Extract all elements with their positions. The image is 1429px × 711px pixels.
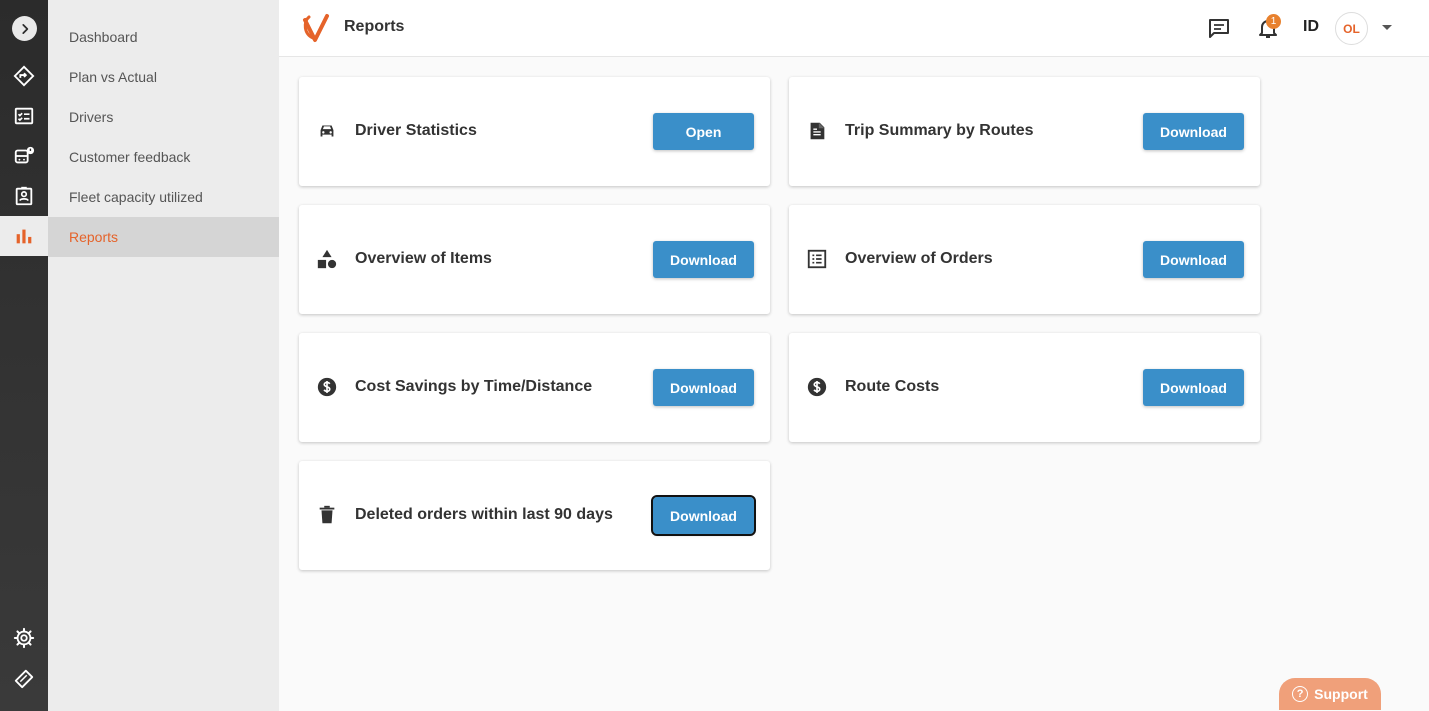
rail-contacts-button[interactable] (0, 176, 48, 216)
gear-icon (13, 627, 35, 649)
subnav-item-reports[interactable]: Reports (48, 217, 279, 257)
expand-chevron-icon[interactable] (12, 16, 37, 41)
shapes-icon (317, 249, 337, 269)
rail-route-button[interactable] (0, 56, 48, 96)
download-button[interactable]: Download (653, 241, 754, 278)
report-card-deleted-orders: Deleted orders within last 90 days Downl… (299, 461, 770, 570)
download-button[interactable]: Download (1143, 369, 1244, 406)
notification-badge: 1 (1266, 14, 1281, 29)
report-title: Trip Summary by Routes (845, 122, 1034, 139)
report-title: Cost Savings by Time/Distance (355, 378, 593, 395)
report-card-cost-savings: Cost Savings by Time/Distance Download (299, 333, 770, 442)
document-icon (810, 122, 825, 140)
checklist-icon (14, 107, 34, 125)
subnav-item-fleet-capacity[interactable]: Fleet capacity utilized (48, 177, 279, 217)
list-icon (807, 249, 827, 269)
report-card-overview-items: Overview of Items Download (299, 205, 770, 314)
report-title: Overview of Items (355, 250, 492, 267)
open-button[interactable]: Open (653, 113, 754, 150)
page-title: Reports (344, 18, 405, 35)
language-selector[interactable]: ID (1303, 18, 1319, 36)
chat-icon[interactable] (1207, 16, 1231, 40)
rail-checklist-button[interactable] (0, 96, 48, 136)
report-card-overview-orders: Overview of Orders Download (789, 205, 1260, 314)
support-label: Support (1314, 686, 1368, 702)
route-diamond-icon (13, 65, 35, 87)
download-button[interactable]: Download (651, 495, 756, 536)
report-card-route-costs: Route Costs Download (789, 333, 1260, 442)
subnav-item-customer-feedback[interactable]: Customer feedback (48, 137, 279, 177)
subnav-item-drivers[interactable]: Drivers (48, 97, 279, 137)
user-avatar[interactable]: OL (1335, 12, 1368, 45)
subnav-item-plan-vs-actual[interactable]: Plan vs Actual (48, 57, 279, 97)
report-card-trip-summary: Trip Summary by Routes Download (789, 77, 1260, 186)
account-menu-caret[interactable] (1382, 25, 1392, 30)
reports-subnav: Dashboard Plan vs Actual Drivers Custome… (48, 0, 279, 711)
download-button[interactable]: Download (1143, 241, 1244, 278)
bus-alert-icon (14, 146, 35, 164)
report-title: Route Costs (845, 378, 940, 395)
rail-ticket-button[interactable] (0, 658, 48, 698)
ticket-icon (14, 669, 34, 689)
rail-bus-button[interactable] (0, 136, 48, 176)
icon-rail (0, 0, 48, 711)
help-circle-icon: ? (1292, 686, 1309, 702)
dollar-circle-icon (317, 377, 337, 397)
dollar-circle-icon (807, 377, 827, 397)
subnav-item-dashboard[interactable]: Dashboard (48, 17, 279, 57)
download-button[interactable]: Download (1143, 113, 1244, 150)
report-title: Deleted orders within last 90 days (355, 506, 613, 523)
report-card-driver-statistics: Driver Statistics Open (299, 77, 770, 186)
report-title: Overview of Orders (845, 250, 993, 267)
rail-settings-button[interactable] (0, 618, 48, 658)
car-icon (320, 125, 334, 137)
contact-clipboard-icon (15, 186, 33, 206)
support-button[interactable]: ? Support (1279, 678, 1381, 710)
brand-logo (303, 14, 329, 42)
trash-icon (319, 505, 335, 524)
report-title: Driver Statistics (355, 122, 477, 139)
download-button[interactable]: Download (653, 369, 754, 406)
rail-reports-button[interactable] (0, 216, 48, 256)
bar-chart-icon (16, 229, 32, 244)
